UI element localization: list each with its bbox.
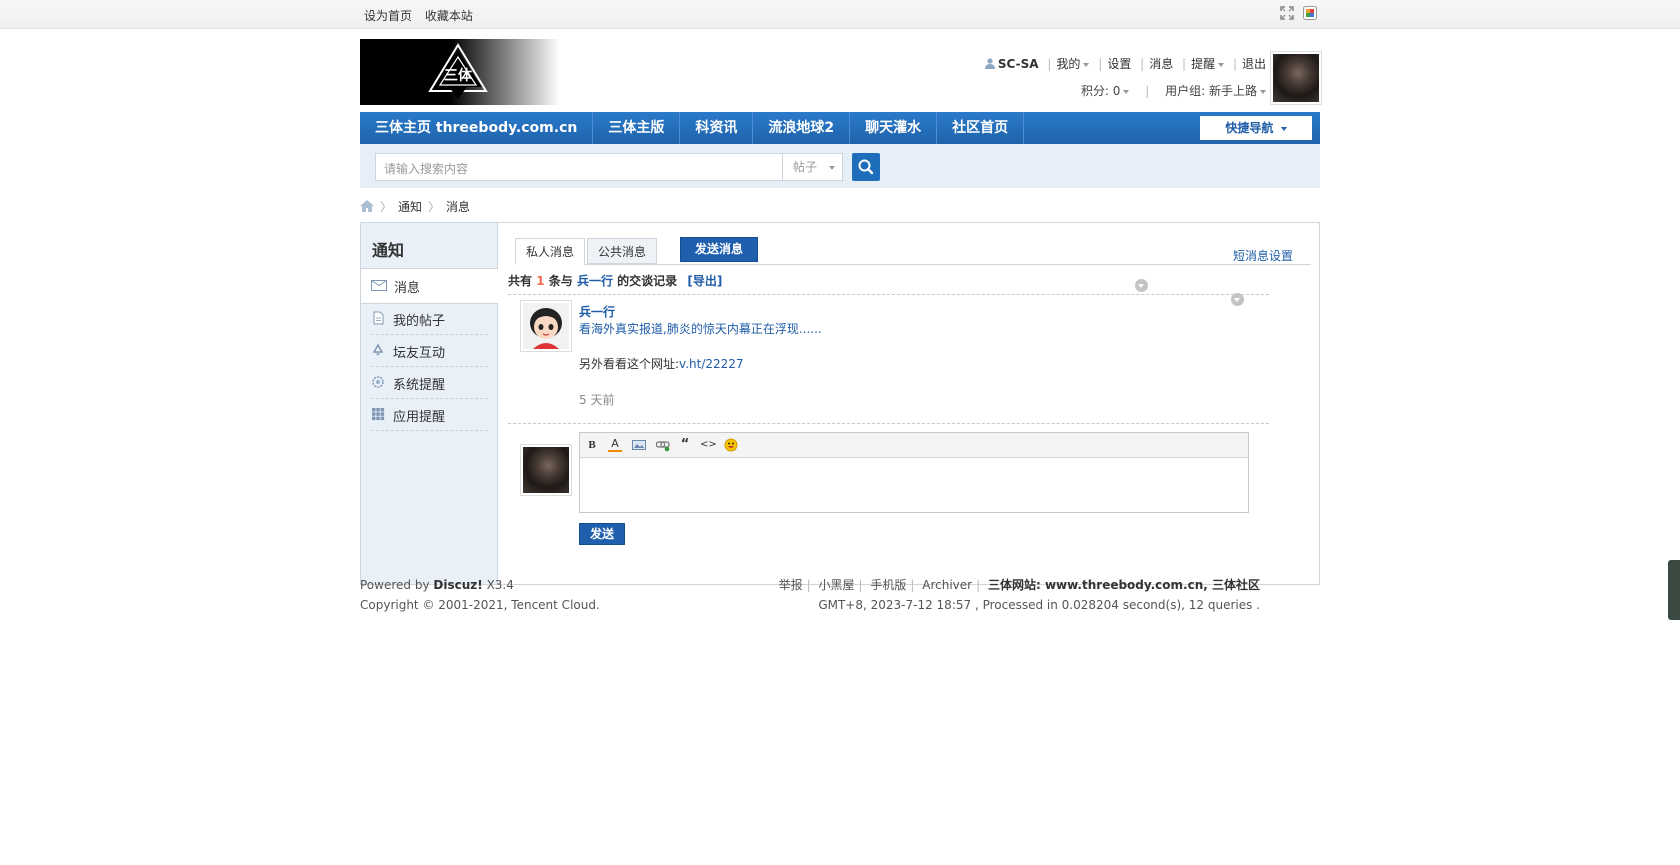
footer-blackroom-link[interactable]: 小黑屋 — [818, 578, 854, 592]
message-time: 5 天前 — [579, 393, 615, 407]
search-icon — [858, 159, 874, 175]
search-type-select[interactable]: 帖子 — [783, 153, 843, 181]
palette-icon[interactable] — [1303, 6, 1317, 20]
user-info: SC-SA | 我的 | 设置 | 消息 | 提醒 | 退出 积分: 0 | 用户组: 新… — [984, 55, 1266, 98]
message-author[interactable]: 兵一行 — [579, 303, 615, 320]
home-icon[interactable] — [360, 200, 374, 212]
export-link[interactable]: [导出] — [687, 274, 722, 288]
user-icon — [984, 58, 995, 69]
mail-icon — [371, 280, 387, 291]
top-bar: 设为首页 收藏本站 — [0, 0, 1680, 29]
bold-button[interactable]: B — [585, 438, 599, 452]
svg-text:三体: 三体 — [444, 67, 473, 83]
quick-nav-button[interactable]: 快捷导航 — [1200, 116, 1312, 140]
message-url-link[interactable]: v.ht/22227 — [679, 357, 744, 371]
breadcrumb-notice[interactable]: 通知 — [398, 200, 422, 214]
code-button[interactable]: <> — [700, 438, 717, 452]
emoji-icon[interactable] — [724, 438, 738, 452]
logout-link[interactable]: 退出 — [1242, 57, 1266, 71]
remind-menu[interactable]: 提醒 — [1191, 57, 1225, 71]
tab-private[interactable]: 私人消息 — [515, 238, 586, 265]
main-panel: 通知 消息 我的帖子 坛友互动 系统提醒 应用提醒 私人消息 公共消息 发送消息… — [360, 222, 1320, 585]
font-color-button[interactable]: A — [608, 438, 622, 452]
message-content: 私人消息 公共消息 发送消息 短消息设置 共有 1 条与 兵一行 的交谈记录 [… — [498, 223, 1319, 584]
tab-bar: 私人消息 公共消息 发送消息 短消息设置 — [515, 230, 1311, 265]
footer-report-link[interactable]: 举报 — [779, 578, 803, 592]
sidebar-item-messages[interactable]: 消息 — [371, 269, 488, 302]
footer-archiver-link[interactable]: Archiver — [922, 578, 972, 592]
breadcrumb-messages[interactable]: 消息 — [446, 200, 470, 214]
reply-avatar — [520, 444, 572, 496]
collapse-icon[interactable] — [1135, 279, 1148, 292]
quote-button[interactable]: “ — [678, 438, 692, 452]
sidebar-title: 通知 — [372, 241, 405, 260]
points-menu[interactable]: 积分: 0 — [1081, 84, 1130, 98]
footer-left: Powered by Discuz! X3.4 Copyright © 2001… — [360, 575, 600, 615]
copyright-text: Copyright © 2001-2021, Tencent Cloud. — [360, 598, 600, 612]
message-line2: 另外看看这个网址:v.ht/22227 — [579, 357, 744, 371]
grid-icon — [372, 408, 385, 421]
footer-mobile-link[interactable]: 手机版 — [870, 578, 906, 592]
nav-item-home[interactable]: 三体主页 threebody.com.cn — [360, 112, 594, 144]
nav-item-news[interactable]: 科资讯 — [680, 112, 754, 144]
nav-item-chat[interactable]: 聊天灌水 — [850, 112, 938, 144]
sender-avatar[interactable] — [520, 300, 572, 352]
send-button[interactable]: 发送 — [579, 523, 626, 545]
fullscreen-icon[interactable] — [1280, 6, 1294, 20]
send-message-button[interactable]: 发送消息 — [680, 237, 759, 262]
search-button[interactable] — [852, 153, 880, 181]
set-home-link[interactable]: 设为首页 — [364, 9, 412, 23]
tab-public[interactable]: 公共消息 — [587, 238, 658, 264]
gear-icon — [372, 376, 384, 388]
site-logo[interactable]: 三体 — [360, 39, 560, 105]
sidebar-item-app[interactable]: 应用提醒 — [371, 398, 488, 431]
message-menu-icon[interactable] — [1231, 293, 1244, 306]
nav-item-wandering-earth[interactable]: 流浪地球2 — [753, 112, 851, 144]
link-icon[interactable] — [656, 438, 670, 452]
reply-editor: B A “ <> — [579, 432, 1249, 513]
bookmark-link[interactable]: 收藏本站 — [425, 9, 473, 23]
summary-user-link[interactable]: 兵一行 — [577, 274, 613, 288]
logo-triangle-icon: 三体 — [428, 43, 488, 99]
my-menu[interactable]: 我的 — [1056, 57, 1090, 71]
user-avatar[interactable] — [1270, 51, 1322, 105]
sidebar-item-my-posts[interactable]: 我的帖子 — [371, 302, 488, 335]
username-link[interactable]: SC-SA — [998, 57, 1039, 71]
cartoon-avatar-icon — [523, 303, 569, 349]
search-bar: 请输入搜索内容 帖子 — [360, 144, 1320, 188]
footer-stats: GMT+8, 2023-7-12 18:57 , Processed in 0.… — [818, 598, 1260, 612]
recycle-icon — [372, 343, 384, 356]
search-input[interactable]: 请输入搜索内容 — [375, 153, 783, 181]
top-links: 设为首页 收藏本站 — [364, 7, 482, 24]
sidebar: 通知 消息 我的帖子 坛友互动 系统提醒 应用提醒 — [361, 223, 498, 584]
nav-item-community[interactable]: 社区首页 — [937, 112, 1025, 144]
message-settings-link[interactable]: 短消息设置 — [1233, 247, 1293, 264]
nav-item-main-board[interactable]: 三体主版 — [593, 112, 681, 144]
document-icon — [373, 311, 384, 325]
sidebar-item-system[interactable]: 系统提醒 — [371, 366, 488, 399]
main-nav: 三体主页 threebody.com.cn 三体主版 科资讯 流浪地球2 聊天灌… — [360, 112, 1320, 144]
usergroup-menu[interactable]: 用户组: 新手上路 — [1165, 84, 1266, 98]
sidebar-item-interaction[interactable]: 坛友互动 — [371, 334, 488, 367]
message-line1[interactable]: 看海外真实报道,肺炎的惊天内幕正在浮现...... — [579, 320, 822, 337]
chevron-down-icon — [1280, 126, 1287, 131]
messages-link[interactable]: 消息 — [1149, 57, 1173, 71]
breadcrumb: 〉通知〉消息 — [360, 198, 470, 215]
image-icon[interactable] — [632, 438, 646, 452]
editor-toolbar: B A “ <> — [580, 433, 1248, 458]
conversation-summary: 共有 1 条与 兵一行 的交谈记录 [导出] — [508, 274, 723, 288]
footer-right: 举报 | 小黑屋 | 手机版 | Archiver | 三体网站: www.threeb… — [779, 575, 1260, 615]
footer-site-link[interactable]: 三体网站: www.threebody.com.cn, 三体社区 — [988, 578, 1260, 592]
discuz-link[interactable]: Discuz! — [433, 578, 482, 592]
settings-link[interactable]: 设置 — [1107, 57, 1131, 71]
side-widget[interactable] — [1668, 560, 1680, 620]
